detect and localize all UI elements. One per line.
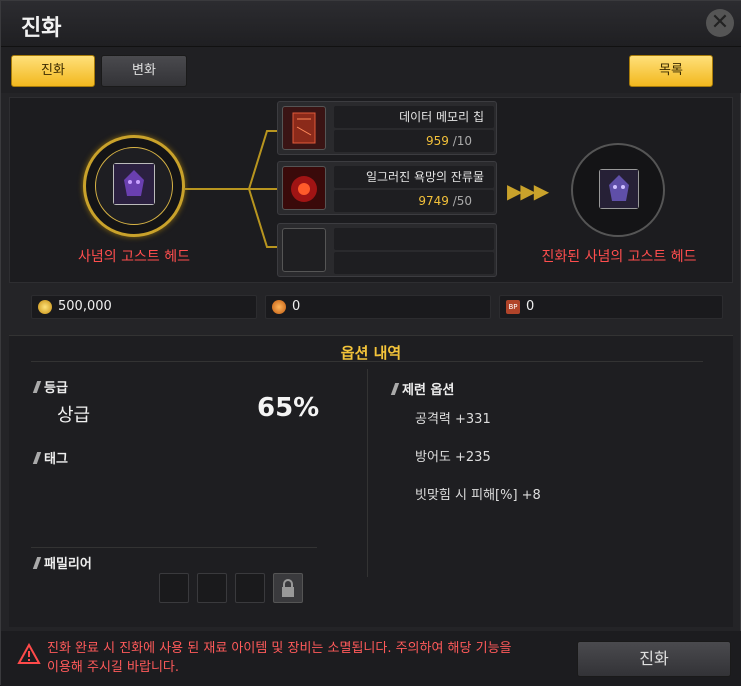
familiar-label: 패밀리어 xyxy=(35,553,92,572)
tab-evolve[interactable]: 진화 xyxy=(11,55,95,87)
options-title: 옵션 내역 xyxy=(340,344,402,362)
orange-coin-icon xyxy=(272,300,286,314)
grade-label: 등급 xyxy=(35,377,68,396)
refine-option: 방어도 +235 xyxy=(415,450,491,465)
ghost-head-icon xyxy=(114,164,154,204)
material-count: 959 /10 xyxy=(334,130,494,152)
gold-value: 500,000 xyxy=(58,299,112,314)
bp-currency: BP 0 xyxy=(499,295,723,319)
material-count-empty xyxy=(334,252,494,274)
options-panel: 옵션 내역 xyxy=(9,335,733,627)
tag-label: 태그 xyxy=(35,448,68,467)
title-bar[interactable]: 진화 ✕ xyxy=(1,1,741,47)
tab-bar: 진화 변화 목록 xyxy=(1,47,741,93)
warning-text: 진화 완료 시 진화에 사용 된 재료 아이템 및 장비는 소멸됩니다. 주의하… xyxy=(47,641,512,675)
empty-slot xyxy=(282,228,326,272)
material-have: 9749 xyxy=(418,194,449,208)
gold-currency: 500,000 xyxy=(31,295,257,319)
bp-value: 0 xyxy=(526,299,535,314)
gold-coin-icon xyxy=(38,300,52,314)
material-row[interactable]: 데이터 메모리 칩 959 /10 xyxy=(277,101,497,155)
refine-option: 빗맞힘 시 피해[%] +8 xyxy=(415,488,541,503)
familiar-slot-locked xyxy=(273,573,303,603)
source-item-slot[interactable] xyxy=(113,163,155,205)
familiar-slot[interactable] xyxy=(159,573,189,603)
divider xyxy=(31,361,703,362)
material-have: 959 xyxy=(425,134,449,148)
material-need: /10 xyxy=(452,134,472,148)
refine-label: 제련 옵션 xyxy=(393,379,454,398)
list-button[interactable]: 목록 xyxy=(629,55,713,87)
divider-vertical xyxy=(367,369,368,577)
window-title: 진화 xyxy=(21,16,62,41)
material-name: 데이터 메모리 칩 xyxy=(334,106,494,128)
evolved-ghost-head-icon xyxy=(600,170,638,208)
memory-chip-icon xyxy=(282,106,326,150)
divider xyxy=(31,547,317,548)
refine-option: 공격력 +331 xyxy=(415,412,491,427)
material-row-empty[interactable] xyxy=(277,223,497,277)
material-count: 9749 /50 xyxy=(334,190,494,212)
warning-icon xyxy=(17,643,41,664)
evolve-button[interactable]: 진화 xyxy=(577,641,731,677)
grade-percent: 65% xyxy=(257,393,320,423)
material-name-empty xyxy=(334,228,494,250)
familiar-slot[interactable] xyxy=(235,573,265,603)
bp-icon: BP xyxy=(506,300,520,314)
material-row[interactable]: 일그러진 욕망의 잔류물 9749 /50 xyxy=(277,161,497,215)
familiar-slot[interactable] xyxy=(197,573,227,603)
result-item-slot[interactable] xyxy=(599,169,639,209)
desire-residue-icon xyxy=(282,166,326,210)
tab-transform[interactable]: 변화 xyxy=(101,55,187,87)
close-icon[interactable]: ✕ xyxy=(706,9,734,37)
result-item-name: 진화된 사념의 고스트 헤드 xyxy=(541,249,697,265)
lock-icon xyxy=(282,579,294,597)
grade-value: 상급 xyxy=(57,405,91,426)
material-name: 일그러진 욕망의 잔류물 xyxy=(334,166,494,188)
connector-lines xyxy=(185,130,279,248)
orange-currency: 0 xyxy=(265,295,491,319)
orange-value: 0 xyxy=(292,299,301,314)
arrow-icon: ▶▶▶ xyxy=(507,179,549,203)
evolve-window: 진화 ✕ 진화 변화 목록 사념의 고스트 헤드 데이터 메모리 칩 959 /… xyxy=(0,0,741,686)
material-need: /50 xyxy=(452,194,472,208)
